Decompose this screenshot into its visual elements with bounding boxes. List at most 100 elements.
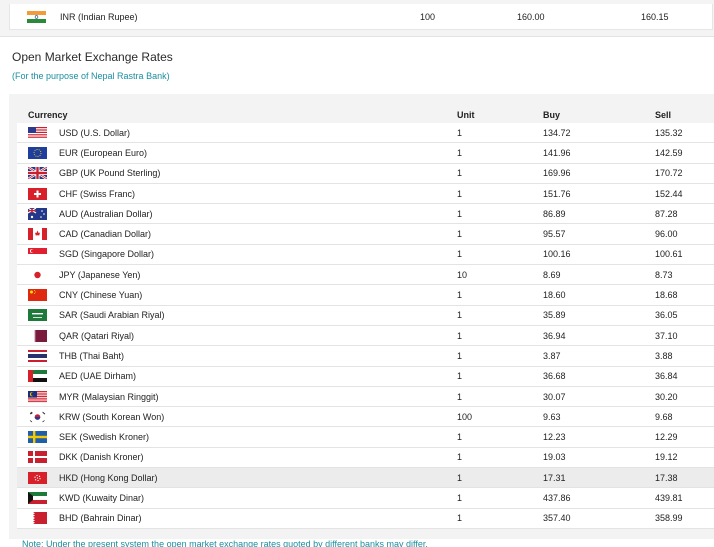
unit-value: 1 <box>457 310 463 321</box>
buy-value: 100.16 <box>543 249 571 260</box>
sell-value: 37.10 <box>655 330 678 341</box>
sell-value: 358.99 <box>655 513 683 524</box>
unit-value: 1 <box>457 290 463 301</box>
sell-value: 30.20 <box>655 391 678 402</box>
qatar-flag-icon <box>28 326 47 345</box>
buy-value: 169.96 <box>543 168 571 179</box>
canada-flag-icon <box>28 224 47 243</box>
header-sell: Sell <box>655 109 672 120</box>
header-currency: Currency <box>28 109 68 120</box>
table-row: THB (Thai Baht) 1 3.87 3.88 <box>17 346 714 367</box>
table-body: USD (U.S. Dollar) 1 134.72 135.32 EUR (Europ… <box>17 123 714 529</box>
sell-value: 170.72 <box>655 168 683 179</box>
buy-value: 30.07 <box>543 391 566 402</box>
buy-value: 36.94 <box>543 330 566 341</box>
currency-name: DKK (Danish Kroner) <box>59 452 144 463</box>
buy-value: 86.89 <box>543 208 566 219</box>
sell-value: 36.05 <box>655 310 678 321</box>
currency-name: JPY (Japanese Yen) <box>59 269 141 280</box>
table-row: GBP (UK Pound Sterling) 1 169.96 170.72 <box>17 163 714 184</box>
currency-name: AUD (Australian Dollar) <box>59 208 153 219</box>
currency-name: SEK (Swedish Kroner) <box>59 432 150 443</box>
currency-name: USD (U.S. Dollar) <box>59 127 131 138</box>
buy-value: 9.63 <box>543 411 561 422</box>
usa-flag-icon <box>28 123 47 142</box>
unit-value: 100 <box>420 11 436 22</box>
unit-value: 1 <box>457 391 463 402</box>
buy-value: 19.03 <box>543 452 566 463</box>
saudi-arabia-flag-icon <box>28 306 47 325</box>
denmark-flag-icon <box>28 448 47 467</box>
unit-value: 1 <box>457 513 463 524</box>
unit-value: 1 <box>457 472 463 483</box>
unit-value: 1 <box>457 452 463 463</box>
buy-value: 357.40 <box>543 513 571 524</box>
table-row: SEK (Swedish Kroner) 1 12.23 12.29 <box>17 427 714 448</box>
table-row: AED (UAE Dirham) 1 36.68 36.84 <box>17 366 714 387</box>
unit-value: 1 <box>457 330 463 341</box>
sell-value: 36.84 <box>655 371 678 382</box>
sell-value: 17.38 <box>655 472 678 483</box>
table-row: EUR (European Euro) 1 141.96 142.59 <box>17 143 714 164</box>
buy-value: 17.31 <box>543 472 566 483</box>
table-row: CHF (Swiss Franc) 1 151.76 152.44 <box>17 183 714 205</box>
table-row: DKK (Danish Kroner) 1 19.03 19.12 <box>17 447 714 469</box>
bahrain-flag-icon <box>28 509 47 528</box>
exchange-rates-table: Currency Unit Buy Sell USD (U.S. Dollar)… <box>9 94 714 539</box>
currency-name: GBP (UK Pound Sterling) <box>59 168 161 179</box>
section-subtitle: (For the purpose of Nepal Rastra Bank) <box>12 71 170 81</box>
currency-name: CHF (Swiss Franc) <box>59 188 135 199</box>
table-row: QAR (Qatari Riyal) 1 36.94 37.10 <box>17 325 714 347</box>
currency-name: HKD (Hong Kong Dollar) <box>59 472 158 483</box>
sweden-flag-icon <box>28 427 47 446</box>
uae-flag-icon <box>28 367 47 386</box>
sell-value: 18.68 <box>655 290 678 301</box>
currency-name: EUR (European Euro) <box>59 147 148 158</box>
table-row: USD (U.S. Dollar) 1 134.72 135.32 <box>17 123 714 144</box>
china-flag-icon <box>28 285 47 304</box>
buy-value: 35.89 <box>543 310 566 321</box>
unit-value: 1 <box>457 168 463 179</box>
thailand-flag-icon <box>28 346 47 365</box>
sell-value: 152.44 <box>655 188 683 199</box>
table-row: CNY (Chinese Yuan) 1 18.60 18.68 <box>17 285 714 306</box>
header-unit: Unit <box>457 109 475 120</box>
currency-name: BHD (Bahrain Dinar) <box>59 513 142 524</box>
footnote[interactable]: Note: Under the present system the open … <box>22 539 428 547</box>
currency-name: SAR (Saudi Arabian Riyal) <box>59 310 165 321</box>
australia-flag-icon <box>28 204 47 223</box>
unit-value: 1 <box>457 249 463 260</box>
section-title: Open Market Exchange Rates <box>12 50 173 64</box>
buy-value: 18.60 <box>543 290 566 301</box>
previous-rates-panel: INR (Indian Rupee) 100 160.00 160.15 <box>0 0 714 37</box>
singapore-flag-icon <box>28 245 47 264</box>
malaysia-flag-icon <box>28 387 47 406</box>
eu-flag-icon <box>28 143 47 162</box>
buy-value: 3.87 <box>543 350 561 361</box>
buy-value: 8.69 <box>543 269 561 280</box>
table-row-inr: INR (Indian Rupee) 100 160.00 160.15 <box>9 4 713 30</box>
unit-value: 1 <box>457 208 463 219</box>
table-row: BHD (Bahrain Dinar) 1 357.40 358.99 <box>17 508 714 529</box>
buy-value: 151.76 <box>543 188 571 199</box>
unit-value: 1 <box>457 188 463 199</box>
hong-kong-flag-icon <box>28 468 47 487</box>
sell-value: 135.32 <box>655 127 683 138</box>
table-row: CAD (Canadian Dollar) 1 95.57 96.00 <box>17 224 714 245</box>
table-row: JPY (Japanese Yen) 10 8.69 8.73 <box>17 265 714 286</box>
table-row: SGD (Singapore Dollar) 1 100.16 100.61 <box>17 244 714 266</box>
buy-value: 437.86 <box>543 492 571 503</box>
table-row: HKD (Hong Kong Dollar) 1 17.31 17.38 <box>17 468 714 489</box>
india-flag-icon <box>27 4 46 29</box>
buy-value: 134.72 <box>543 127 571 138</box>
sell-value: 439.81 <box>655 492 683 503</box>
unit-value: 10 <box>457 269 468 280</box>
currency-name: INR (Indian Rupee) <box>60 11 138 22</box>
currency-name: CNY (Chinese Yuan) <box>59 290 143 301</box>
table-row: KRW (South Korean Won) 100 9.63 9.68 <box>17 407 714 428</box>
sell-value: 12.29 <box>655 432 678 443</box>
buy-value: 141.96 <box>543 147 571 158</box>
kuwait-flag-icon <box>28 488 47 507</box>
unit-value: 1 <box>457 229 463 240</box>
japan-flag-icon <box>28 265 47 284</box>
